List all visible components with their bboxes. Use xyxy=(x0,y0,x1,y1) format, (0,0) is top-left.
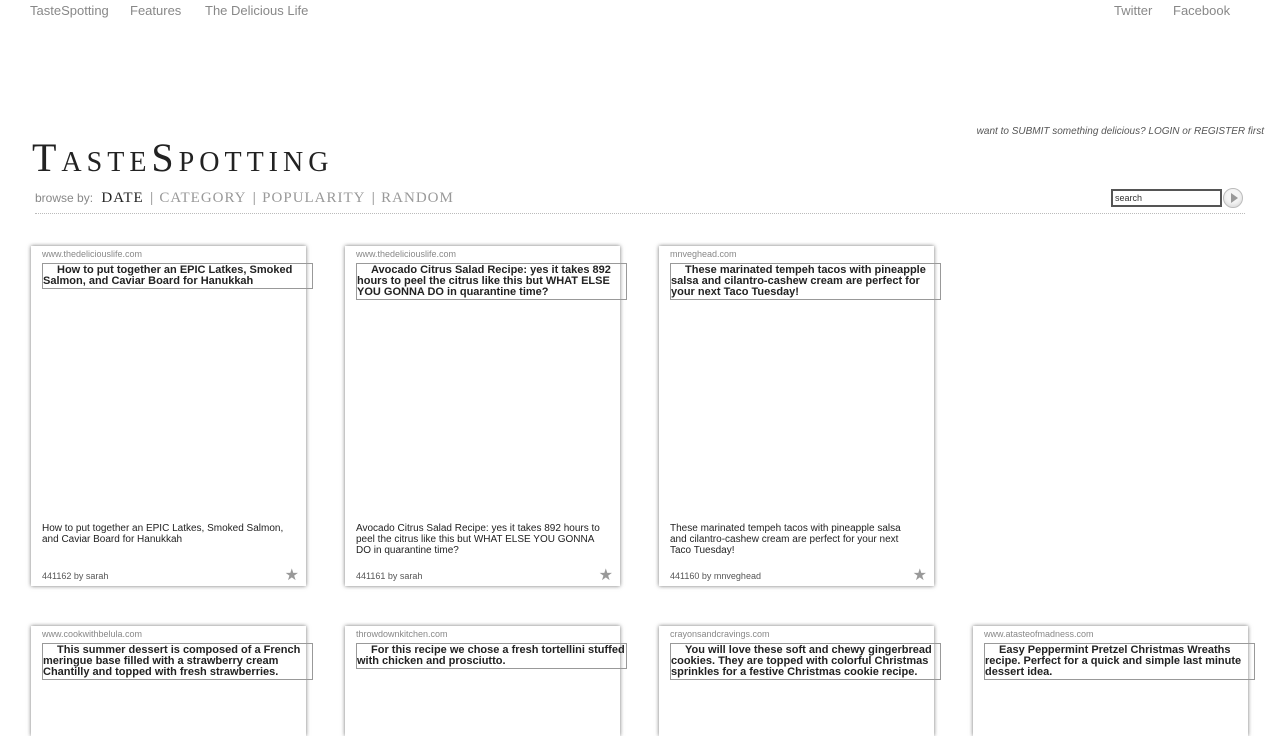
header-divider xyxy=(35,213,1245,214)
nav-link-facebook[interactable]: Facebook xyxy=(1173,3,1230,18)
card-caption: Avocado Citrus Salad Recipe: yes it take… xyxy=(356,523,600,556)
top-navigation: TasteSpotting Features The Delicious Lif… xyxy=(0,0,1280,22)
card-domain[interactable]: www.atasteofmadness.com xyxy=(984,629,1094,639)
recipe-image[interactable]: For this recipe we chose a fresh tortell… xyxy=(356,643,627,669)
card-caption: How to put together an EPIC Latkes, Smok… xyxy=(42,523,284,545)
card-user[interactable]: sarah xyxy=(400,571,423,581)
card-user[interactable]: sarah xyxy=(86,571,109,581)
card-domain[interactable]: www.thedeliciouslife.com xyxy=(356,249,456,259)
star-icon[interactable]: ★ xyxy=(913,565,927,585)
star-icon[interactable]: ★ xyxy=(599,565,613,585)
recipe-image[interactable]: How to put together an EPIC Latkes, Smok… xyxy=(42,263,313,289)
card-meta: 441162 by sarah xyxy=(42,571,108,581)
recipe-card[interactable]: www.thedeliciouslife.com How to put toge… xyxy=(31,246,313,586)
card-domain[interactable]: throwdownkitchen.com xyxy=(356,629,448,639)
card-caption: These marinated tempeh tacos with pineap… xyxy=(670,523,901,556)
card-domain[interactable]: mnveghead.com xyxy=(670,249,737,259)
recipe-card[interactable]: mnveghead.com These marinated tempeh tac… xyxy=(659,246,941,586)
card-meta: 441161 by sarah xyxy=(356,571,422,581)
browse-label: browse by: xyxy=(35,191,94,205)
card-id: 441161 xyxy=(356,571,386,581)
recipe-image[interactable]: Easy Peppermint Pretzel Christmas Wreath… xyxy=(984,643,1255,680)
card-id: 441160 xyxy=(670,571,700,581)
card-id: 441162 xyxy=(42,571,72,581)
site-logo[interactable]: TasteSpotting xyxy=(32,138,333,178)
recipe-image[interactable]: Avocado Citrus Salad Recipe: yes it take… xyxy=(356,263,627,300)
card-domain[interactable]: www.thedeliciouslife.com xyxy=(42,249,142,259)
card-by: by xyxy=(73,571,84,581)
nav-link-tastespotting[interactable]: TasteSpotting xyxy=(30,3,109,18)
nav-link-delicious-life[interactable]: The Delicious Life xyxy=(205,3,308,18)
card-domain[interactable]: www.cookwithbelula.com xyxy=(42,629,142,639)
browse-bar: browse by: DATE | CATEGORY | POPULARITY | RAND… xyxy=(35,189,454,206)
card-by: by xyxy=(701,571,712,581)
star-icon[interactable]: ★ xyxy=(285,565,299,585)
card-user[interactable]: mnveghead xyxy=(714,571,761,581)
search-input[interactable] xyxy=(1111,189,1222,207)
recipe-image[interactable]: These marinated tempeh tacos with pineap… xyxy=(670,263,941,300)
card-by: by xyxy=(387,571,398,581)
nav-link-features[interactable]: Features xyxy=(130,3,181,18)
recipe-image[interactable]: This summer dessert is composed of a Fre… xyxy=(42,643,313,680)
nav-link-twitter[interactable]: Twitter xyxy=(1114,3,1152,18)
card-domain[interactable]: crayonsandcravings.com xyxy=(670,629,770,639)
recipe-card[interactable]: www.thedeliciouslife.com Avocado Citrus … xyxy=(345,246,627,586)
browse-option-date[interactable]: DATE xyxy=(101,190,143,206)
card-meta: 441160 by mnveghead xyxy=(670,571,761,581)
browse-option-random[interactable]: RANDOM xyxy=(381,190,454,206)
search-go-button[interactable] xyxy=(1223,188,1243,208)
browse-option-popularity[interactable]: POPULARITY xyxy=(262,190,365,206)
browse-option-category[interactable]: CATEGORY xyxy=(159,190,246,206)
submit-login-prompt[interactable]: want to SUBMIT something delicious? LOGI… xyxy=(977,126,1264,137)
recipe-image[interactable]: You will love these soft and chewy ginge… xyxy=(670,643,941,680)
